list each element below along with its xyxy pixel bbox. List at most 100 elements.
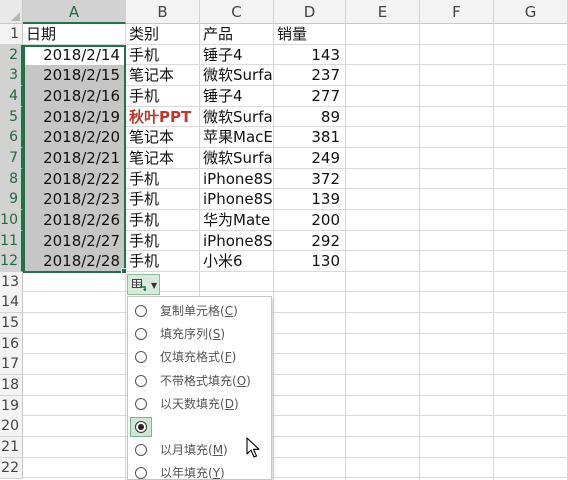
date-cell[interactable]: 2018/2/19: [23, 106, 125, 128]
autofill-menu-label: 仅填充格式(F): [160, 346, 236, 369]
date-cell[interactable]: 2018/2/15: [23, 65, 125, 87]
category-cell[interactable]: 手机: [126, 86, 199, 107]
radio-unchecked-icon[interactable]: [135, 328, 147, 341]
spreadsheet-grid[interactable]: ABCDEFG 1 2 3 4 5 6 7 8 9 10 11 12 13 14 15 16 17 18 19 20 2…: [0, 0, 568, 480]
select-all-corner[interactable]: [0, 0, 23, 24]
row-header-3[interactable]: 3: [0, 65, 23, 87]
column-header-e[interactable]: E: [346, 0, 420, 24]
radio-unchecked-icon[interactable]: [135, 397, 147, 410]
sales-cell[interactable]: 249: [274, 148, 345, 169]
product-cell[interactable]: 微软Surfa: [200, 65, 273, 86]
autofill-menu-item[interactable]: [128, 416, 271, 439]
column-header-b[interactable]: B: [126, 0, 200, 24]
row-header-16[interactable]: 16: [0, 333, 23, 355]
sales-cell[interactable]: 237: [274, 65, 345, 86]
row-header-15[interactable]: 15: [0, 313, 23, 335]
date-cell[interactable]: 2018/2/16: [23, 85, 125, 107]
date-cell[interactable]: 2018/2/26: [23, 209, 125, 231]
date-cell[interactable]: 2018/2/22: [23, 168, 125, 190]
row-header-8[interactable]: 8: [0, 168, 23, 190]
column-header-d[interactable]: D: [274, 0, 346, 24]
category-cell[interactable]: 手机: [126, 45, 199, 66]
product-cell[interactable]: 苹果MacE: [200, 127, 273, 148]
product-cell[interactable]: 锤子4: [200, 86, 273, 107]
row-header-2[interactable]: 2: [0, 44, 23, 66]
row-header-20[interactable]: 20: [0, 416, 23, 438]
product-cell[interactable]: iPhone8S: [200, 189, 273, 210]
date-cell[interactable]: 2018/2/28: [23, 251, 125, 273]
category-cell[interactable]: 手机: [126, 251, 199, 272]
category-cell[interactable]: 手机: [126, 189, 199, 210]
sales-cell[interactable]: 130: [274, 251, 345, 272]
autofill-menu-item[interactable]: 以年填充(Y): [128, 462, 271, 480]
row-header-17[interactable]: 17: [0, 354, 23, 376]
row-header-14[interactable]: 14: [0, 292, 23, 314]
autofill-menu-item[interactable]: 不带格式填充(O): [128, 370, 271, 393]
product-cell[interactable]: 微软Surfa: [200, 107, 273, 128]
autofill-menu-item[interactable]: 以天数填充(D): [128, 393, 271, 416]
category-cell[interactable]: 秋叶PPT: [126, 107, 199, 128]
row-header-11[interactable]: 11: [0, 230, 23, 252]
sales-cell[interactable]: 143: [274, 45, 345, 66]
date-cell[interactable]: 2018/2/27: [23, 230, 125, 252]
row-header-5[interactable]: 5: [0, 106, 23, 128]
radio-unchecked-icon[interactable]: [135, 374, 147, 387]
sales-cell[interactable]: 277: [274, 86, 345, 107]
grid-line-horizontal: [23, 394, 568, 396]
product-cell[interactable]: 小米6: [200, 251, 273, 272]
product-cell[interactable]: 微软Surfa: [200, 148, 273, 169]
product-cell[interactable]: 锤子4: [200, 45, 273, 66]
column-header-g[interactable]: G: [494, 0, 568, 24]
radio-checked-icon[interactable]: [135, 421, 147, 433]
row-header-9[interactable]: 9: [0, 189, 23, 211]
sales-cell[interactable]: 381: [274, 127, 345, 148]
row-header-22[interactable]: 22: [0, 457, 23, 479]
autofill-menu-item[interactable]: 填充序列(S): [128, 323, 271, 346]
date-cell[interactable]: 2018/2/20: [23, 127, 125, 149]
header-cell[interactable]: 类别: [126, 24, 199, 45]
category-cell[interactable]: 手机: [126, 231, 199, 252]
category-cell[interactable]: 手机: [126, 210, 199, 231]
radio-unchecked-icon[interactable]: [135, 305, 147, 317]
sales-cell[interactable]: 292: [274, 231, 345, 252]
category-cell[interactable]: 笔记本: [126, 127, 199, 148]
row-header-10[interactable]: 10: [0, 209, 23, 231]
category-cell[interactable]: 笔记本: [126, 148, 199, 169]
sales-cell[interactable]: 139: [274, 189, 345, 210]
autofill-menu-label: 以月填充(M): [160, 439, 228, 462]
sales-cell[interactable]: 200: [274, 210, 345, 231]
header-cell[interactable]: 日期: [23, 24, 125, 45]
product-cell[interactable]: 华为Mate: [200, 210, 273, 231]
category-cell[interactable]: 笔记本: [126, 65, 199, 86]
column-header-f[interactable]: F: [420, 0, 494, 24]
autofill-menu-item[interactable]: 仅填充格式(F): [128, 346, 271, 369]
row-header-21[interactable]: 21: [0, 437, 23, 458]
sales-cell[interactable]: 372: [274, 169, 345, 190]
sales-cell[interactable]: 89: [274, 107, 345, 128]
date-cell[interactable]: 2018/2/21: [23, 147, 125, 169]
date-cell[interactable]: 2018/2/23: [23, 189, 125, 211]
row-header-6[interactable]: 6: [0, 127, 23, 149]
product-cell[interactable]: iPhone8S: [200, 169, 273, 190]
autofill-menu-label: 不带格式填充(O): [160, 370, 251, 393]
header-cell[interactable]: 产品: [200, 24, 273, 45]
date-cell[interactable]: 2018/2/14: [23, 44, 125, 66]
row-header-12[interactable]: 12: [0, 251, 23, 273]
row-header-13[interactable]: 13: [0, 271, 23, 293]
menu-label-text: 仅填充格式(: [160, 350, 225, 365]
radio-unchecked-icon[interactable]: [135, 444, 147, 457]
row-header-18[interactable]: 18: [0, 375, 23, 397]
column-header-c[interactable]: C: [200, 0, 274, 24]
radio-unchecked-icon[interactable]: [135, 467, 147, 480]
header-cell[interactable]: 销量: [274, 24, 345, 45]
row-header-7[interactable]: 7: [0, 147, 23, 169]
autofill-menu-item[interactable]: 复制单元格(C): [128, 300, 271, 323]
autofill-options-button[interactable]: ▼: [127, 274, 160, 295]
category-cell[interactable]: 手机: [126, 169, 199, 190]
row-header-1[interactable]: 1: [0, 24, 23, 45]
row-header-19[interactable]: 19: [0, 395, 23, 417]
radio-unchecked-icon[interactable]: [135, 351, 147, 364]
row-header-4[interactable]: 4: [0, 85, 23, 107]
product-cell[interactable]: iPhone8S: [200, 231, 273, 252]
column-header-a[interactable]: A: [23, 0, 126, 24]
